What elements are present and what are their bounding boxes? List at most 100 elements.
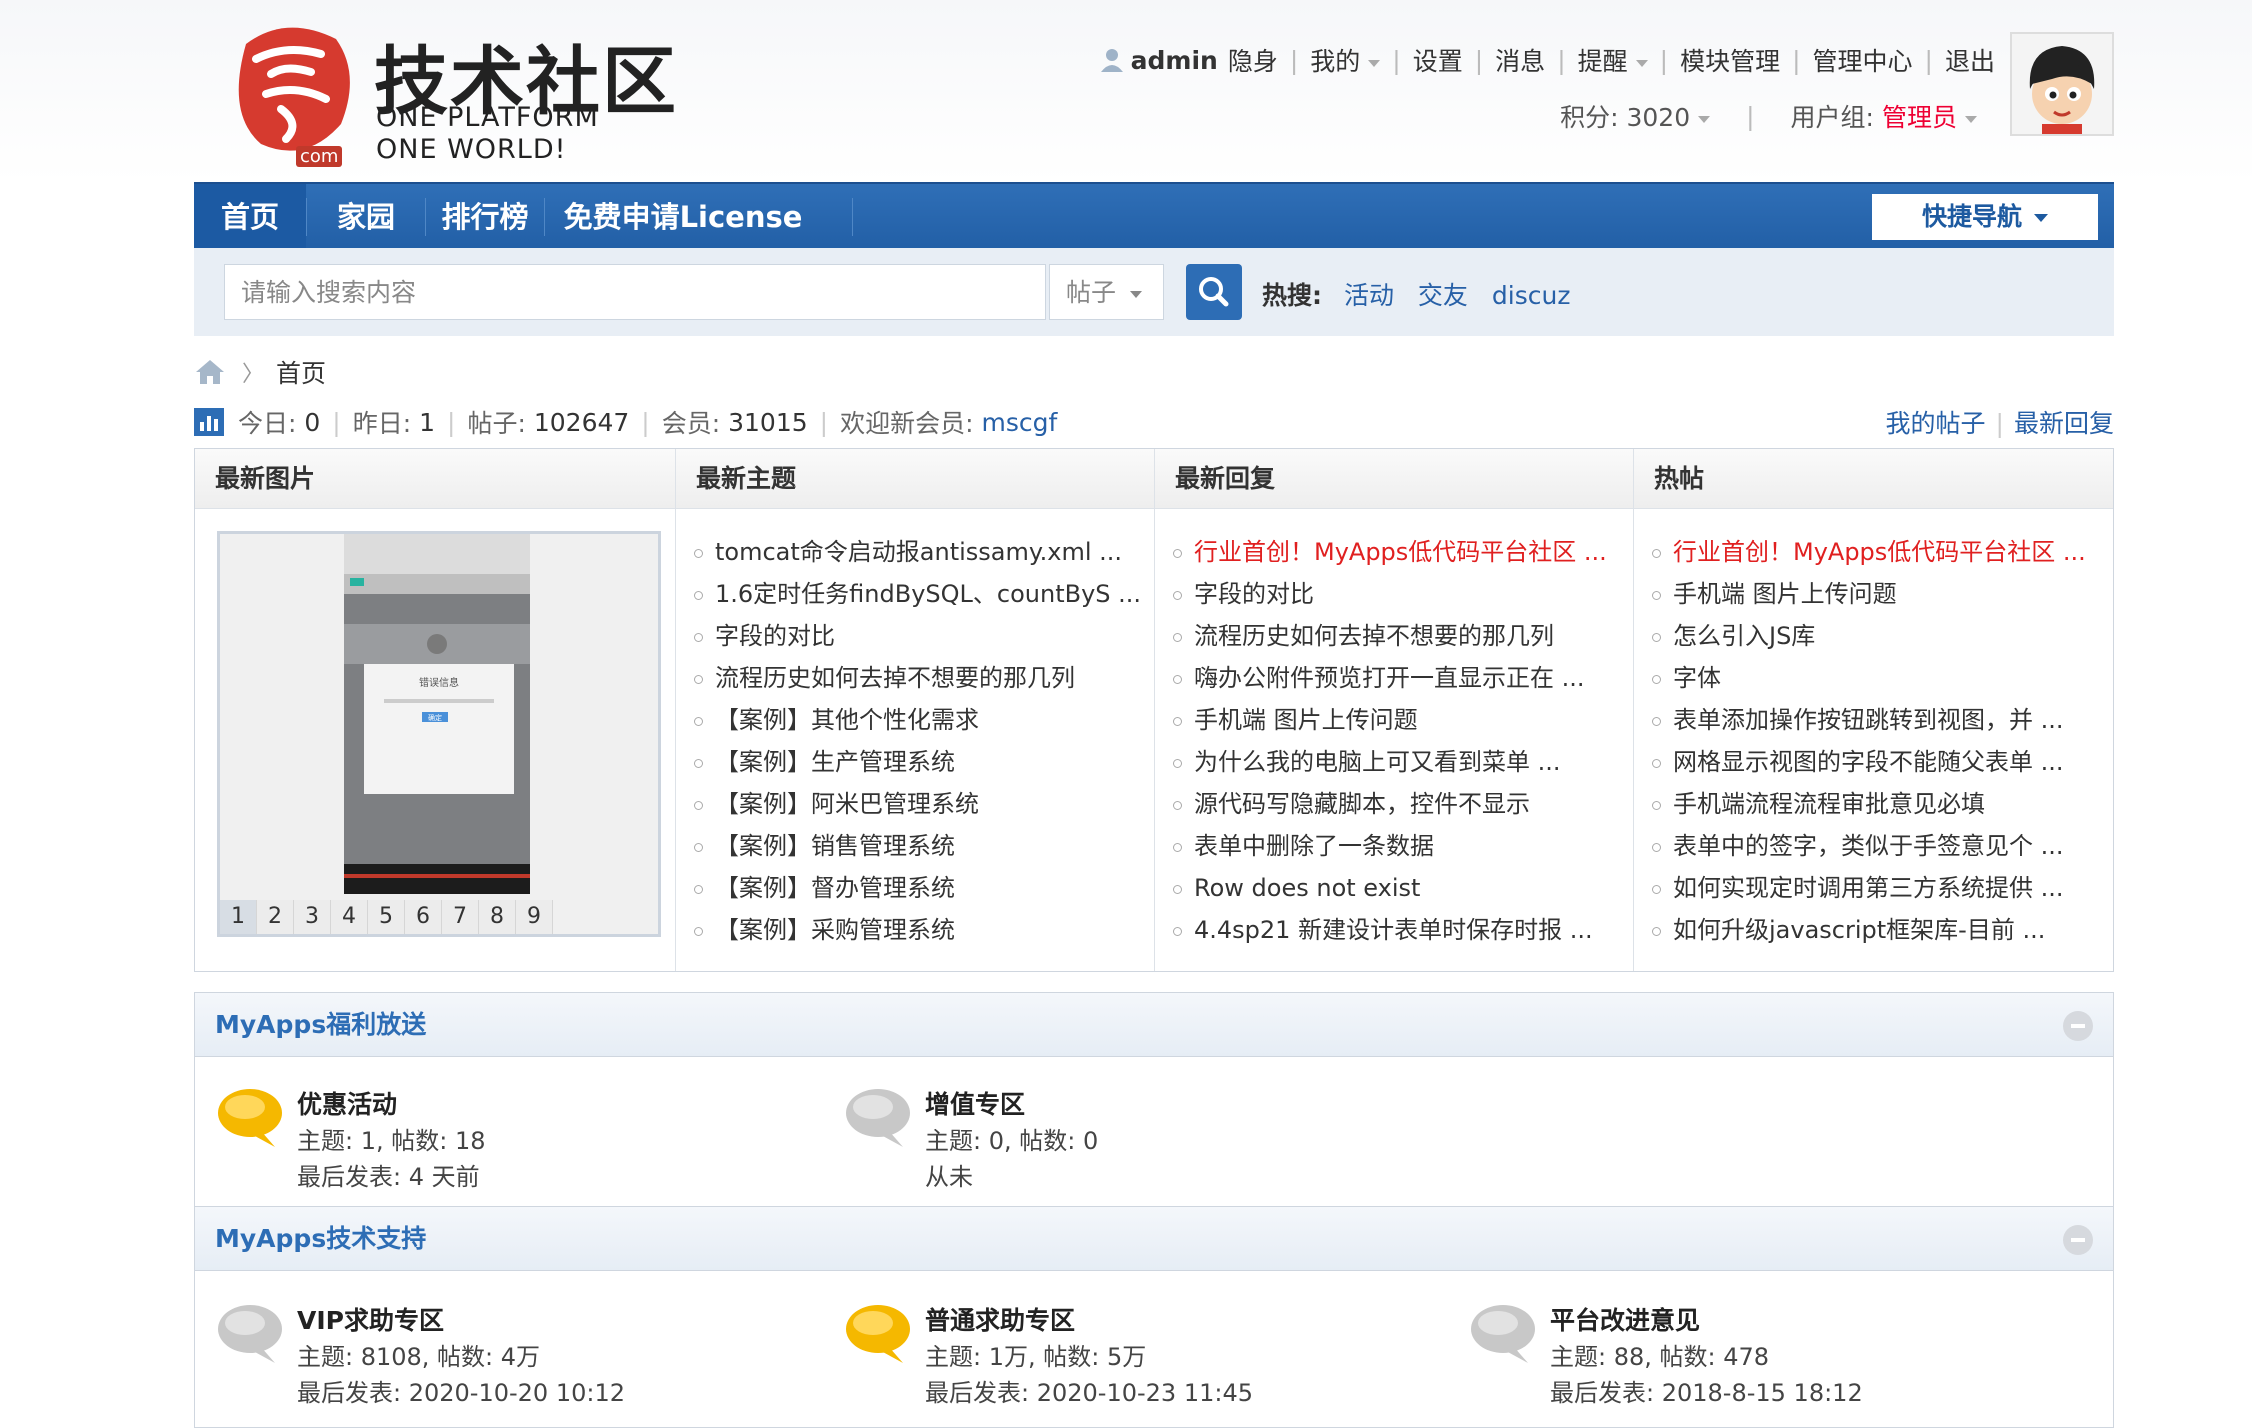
forum-last-post[interactable]: 最后发表: 4 天前 xyxy=(297,1157,480,1192)
nav-item-home[interactable]: 首页 xyxy=(194,184,306,250)
list-item-link[interactable]: 字段的对比 xyxy=(715,622,835,650)
list-item[interactable]: 表单添加操作按钮跳转到视图，并 ... xyxy=(1652,699,2105,741)
nav-item-free-license[interactable]: 免费申请License xyxy=(545,184,821,250)
list-item-link[interactable]: 1.6定时任务findBySQL、countByS ... xyxy=(715,580,1141,608)
list-item[interactable]: 行业首创！MyApps低代码平台社区 ... xyxy=(1652,531,2105,573)
list-item[interactable]: 嗨办公附件预览打开一直显示正在 ... xyxy=(1173,657,1625,699)
list-item-link[interactable]: 手机端流程流程审批意见必填 xyxy=(1673,790,1985,818)
forum-name-link[interactable]: 普通求助专区 xyxy=(925,1301,1075,1337)
list-item[interactable]: 【案例】阿米巴管理系统 xyxy=(694,783,1146,825)
list-item[interactable]: 行业首创！MyApps低代码平台社区 ... xyxy=(1173,531,1625,573)
settings-link[interactable]: 设置 xyxy=(1413,42,1463,78)
list-item-link[interactable]: 行业首创！MyApps低代码平台社区 ... xyxy=(1194,538,1607,566)
list-item[interactable]: 4.4sp21 新建设计表单时保存时报 ... xyxy=(1173,909,1625,951)
list-item[interactable]: 【案例】其他个性化需求 xyxy=(694,699,1146,741)
newmember-link[interactable]: mscgf xyxy=(981,408,1057,437)
list-item[interactable]: 【案例】督办管理系统 xyxy=(694,867,1146,909)
slide-page-button[interactable]: 5 xyxy=(368,900,405,934)
list-item[interactable]: 手机端 图片上传问题 xyxy=(1652,573,2105,615)
nav-item-ranking[interactable]: 排行榜 xyxy=(426,184,544,250)
list-item[interactable]: 字段的对比 xyxy=(1173,573,1625,615)
list-item[interactable]: tomcat命令启动报antissamy.xml ... xyxy=(694,531,1146,573)
slide-page-button[interactable]: 4 xyxy=(331,900,368,934)
slide-page-button[interactable]: 3 xyxy=(294,900,331,934)
messages-link[interactable]: 消息 xyxy=(1495,42,1545,78)
site-logo[interactable]: com 技术社区 ONE PLATFORM ONE WORLD! xyxy=(226,14,696,167)
search-button[interactable] xyxy=(1186,264,1242,320)
list-item[interactable]: 手机端流程流程审批意见必填 xyxy=(1652,783,2105,825)
list-item-link[interactable]: 手机端 图片上传问题 xyxy=(1673,580,1897,608)
list-item-link[interactable]: 流程历史如何去掉不想要的那几列 xyxy=(1194,622,1554,650)
list-item[interactable]: 如何升级javascript框架库-目前 ... xyxy=(1652,909,2105,951)
list-item-link[interactable]: 【案例】督办管理系统 xyxy=(715,874,955,902)
list-item-link[interactable]: Row does not exist xyxy=(1194,874,1420,902)
list-item-link[interactable]: 流程历史如何去掉不想要的那几列 xyxy=(715,664,1075,692)
list-item-link[interactable]: 为什么我的电脑上可又看到菜单 ... xyxy=(1194,748,1561,776)
my-menu[interactable]: 我的 xyxy=(1310,42,1381,78)
list-item-link[interactable]: 字段的对比 xyxy=(1194,580,1314,608)
home-icon[interactable] xyxy=(194,358,226,386)
list-item-link[interactable]: 4.4sp21 新建设计表单时保存时报 ... xyxy=(1194,916,1593,944)
forum-name-link[interactable]: VIP求助专区 xyxy=(297,1301,444,1337)
quick-nav-button[interactable]: 快捷导航 xyxy=(1872,194,2098,240)
list-item-link[interactable]: 行业首创！MyApps低代码平台社区 ... xyxy=(1673,538,2086,566)
logout-link[interactable]: 退出 xyxy=(1945,42,1995,78)
list-item-link[interactable]: 表单中的签字，类似于手签意见个 ... xyxy=(1673,832,2064,860)
usergroup-menu[interactable]: 管理员 xyxy=(1882,98,1977,134)
reminders-menu[interactable]: 提醒 xyxy=(1578,42,1648,78)
module-admin-link[interactable]: 模块管理 xyxy=(1680,42,1780,78)
list-item-link[interactable]: 表单添加操作按钮跳转到视图，并 ... xyxy=(1673,706,2064,734)
forum-no-new-posts-icon[interactable] xyxy=(1468,1299,1538,1369)
slide-page-button[interactable]: 1 xyxy=(220,900,257,934)
slide-page-button[interactable]: 9 xyxy=(516,900,553,934)
username-link[interactable]: admin xyxy=(1131,46,1218,75)
list-item[interactable]: 表单中删除了一条数据 xyxy=(1173,825,1625,867)
slide-page-button[interactable]: 6 xyxy=(405,900,442,934)
list-item[interactable]: 表单中的签字，类似于手签意见个 ... xyxy=(1652,825,2105,867)
search-type-select[interactable]: 帖子 xyxy=(1049,264,1164,320)
list-item[interactable]: 字体 xyxy=(1652,657,2105,699)
image-slideshow[interactable]: 错误信息 确定 1 2 3 4 5 6 7 8 9 xyxy=(217,531,661,937)
invisible-toggle[interactable]: 隐身 xyxy=(1228,42,1278,78)
collapse-icon[interactable] xyxy=(2063,1225,2093,1255)
credits-menu[interactable]: 积分: 3020 xyxy=(1560,98,1711,134)
collapse-icon[interactable] xyxy=(2063,1011,2093,1041)
list-item[interactable]: 【案例】生产管理系统 xyxy=(694,741,1146,783)
hot-search-link[interactable]: 交友 xyxy=(1418,281,1468,310)
forum-new-posts-icon[interactable] xyxy=(215,1083,285,1153)
forum-last-post[interactable]: 最后发表: 2020-10-23 11:45 xyxy=(925,1373,1253,1408)
latest-replies-link[interactable]: 最新回复 xyxy=(2014,409,2114,438)
list-item[interactable]: 流程历史如何去掉不想要的那几列 xyxy=(694,657,1146,699)
list-item[interactable]: 源代码写隐藏脚本，控件不显示 xyxy=(1173,783,1625,825)
slide-page-button[interactable]: 2 xyxy=(257,900,294,934)
section-title[interactable]: MyApps福利放送 xyxy=(195,993,2113,1057)
section-title[interactable]: MyApps技术支持 xyxy=(195,1207,2113,1271)
list-item[interactable]: Row does not exist xyxy=(1173,867,1625,909)
list-item-link[interactable]: 嗨办公附件预览打开一直显示正在 ... xyxy=(1194,664,1585,692)
list-item[interactable]: 流程历史如何去掉不想要的那几列 xyxy=(1173,615,1625,657)
list-item-link[interactable]: 字体 xyxy=(1673,664,1721,692)
list-item-link[interactable]: 手机端 图片上传问题 xyxy=(1194,706,1418,734)
list-item[interactable]: 【案例】采购管理系统 xyxy=(694,909,1146,951)
list-item-link[interactable]: 【案例】销售管理系统 xyxy=(715,832,955,860)
list-item-link[interactable]: 表单中删除了一条数据 xyxy=(1194,832,1434,860)
slide-image[interactable]: 错误信息 确定 xyxy=(344,534,530,894)
avatar[interactable] xyxy=(2010,32,2114,136)
list-item[interactable]: 1.6定时任务findBySQL、countByS ... xyxy=(694,573,1146,615)
list-item-link[interactable]: 【案例】生产管理系统 xyxy=(715,748,955,776)
list-item[interactable]: 如何实现定时调用第三方系统提供 ... xyxy=(1652,867,2105,909)
admin-center-link[interactable]: 管理中心 xyxy=(1813,42,1913,78)
list-item-link[interactable]: 网格显示视图的字段不能随父表单 ... xyxy=(1673,748,2064,776)
list-item[interactable]: 【案例】销售管理系统 xyxy=(694,825,1146,867)
list-item-link[interactable]: 【案例】采购管理系统 xyxy=(715,916,955,944)
list-item[interactable]: 怎么引入JS库 xyxy=(1652,615,2105,657)
forum-name-link[interactable]: 增值专区 xyxy=(925,1085,1025,1121)
list-item[interactable]: 网格显示视图的字段不能随父表单 ... xyxy=(1652,741,2105,783)
slide-page-button[interactable]: 8 xyxy=(479,900,516,934)
slide-page-button[interactable]: 7 xyxy=(442,900,479,934)
list-item-link[interactable]: 怎么引入JS库 xyxy=(1673,622,1815,650)
list-item-link[interactable]: 源代码写隐藏脚本，控件不显示 xyxy=(1194,790,1530,818)
nav-item-home-space[interactable]: 家园 xyxy=(307,184,425,250)
list-item-link[interactable]: tomcat命令启动报antissamy.xml ... xyxy=(715,538,1122,566)
list-item[interactable]: 为什么我的电脑上可又看到菜单 ... xyxy=(1173,741,1625,783)
